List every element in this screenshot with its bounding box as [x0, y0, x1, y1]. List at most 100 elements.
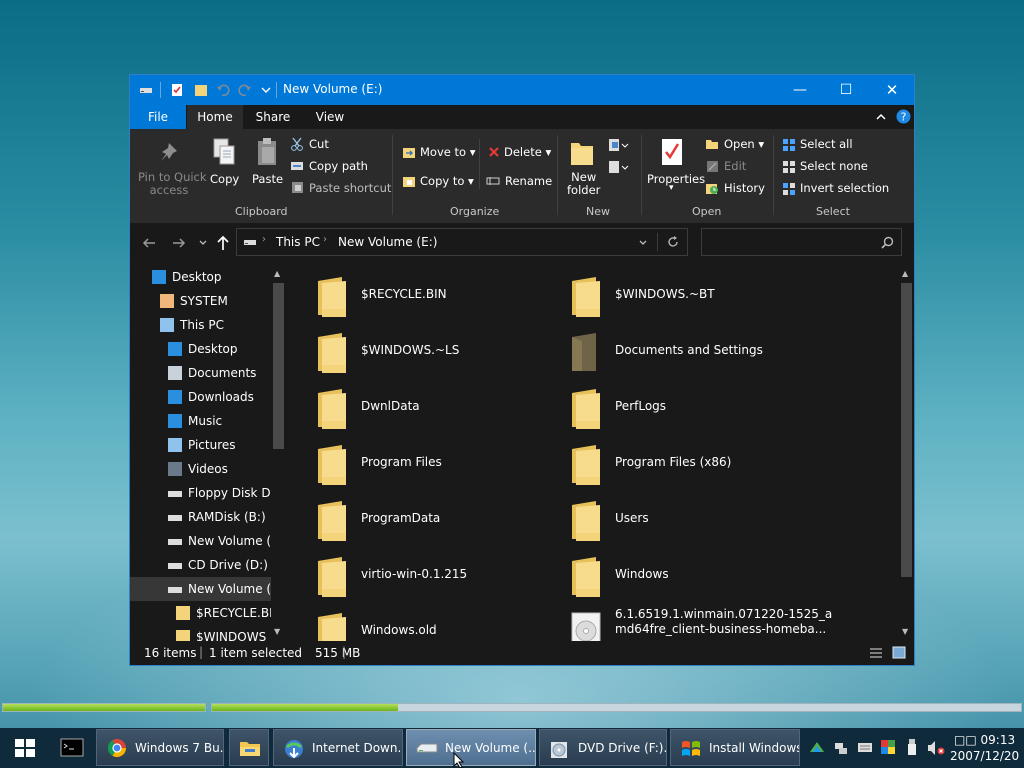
maximize-button[interactable]: ☐	[823, 75, 869, 105]
nav-item[interactable]: RAMDisk (B:)	[130, 505, 272, 529]
file-item[interactable]: $WINDOWS.~LS	[316, 329, 566, 381]
large-icons-view-icon[interactable]	[892, 646, 906, 659]
start-button-windows-icon[interactable]	[14, 738, 36, 758]
volume-muted-icon[interactable]	[927, 740, 945, 756]
history-button[interactable]: History	[724, 181, 765, 195]
nav-item[interactable]: Pictures	[130, 433, 272, 457]
easy-access-icon[interactable]	[607, 159, 629, 175]
nav-scrollbar[interactable]: ▲ ▼	[271, 263, 286, 641]
scroll-down-icon[interactable]: ▼	[902, 627, 908, 636]
file-item[interactable]: ProgramData	[316, 497, 566, 549]
file-item[interactable]: Users	[570, 497, 820, 549]
help-icon[interactable]: ?	[896, 109, 911, 124]
system-clock[interactable]: □□ 09:13 2007/12/20	[950, 732, 1019, 764]
undo-icon[interactable]	[216, 83, 230, 97]
cut-button[interactable]: Cut	[309, 137, 329, 151]
nav-item[interactable]: Music	[130, 409, 272, 433]
title-bar[interactable]: New Volume (E:) — ☐ ✕	[130, 75, 914, 105]
usb-device-icon[interactable]	[906, 738, 918, 756]
nav-item[interactable]: Documents	[130, 361, 272, 385]
back-arrow-icon[interactable]	[142, 236, 156, 250]
nav-item[interactable]: SYSTEM	[130, 289, 272, 313]
new-folder-button[interactable]: New folder	[567, 171, 600, 197]
minimize-button[interactable]: —	[777, 75, 823, 105]
taskbar-button-idm[interactable]: Internet Down...	[273, 729, 403, 766]
file-item[interactable]: $WINDOWS.~BT	[570, 273, 820, 325]
file-item[interactable]: $RECYCLE.BIN	[316, 273, 566, 325]
breadcrumb-this-pc[interactable]: This PC	[276, 235, 320, 249]
nav-item[interactable]: Desktop	[130, 265, 272, 289]
nav-item[interactable]: Videos	[130, 457, 272, 481]
file-item[interactable]: Windows	[570, 553, 820, 605]
tray-app-icon[interactable]	[809, 740, 825, 756]
breadcrumb-separator-icon[interactable]: ›	[323, 234, 327, 245]
file-item[interactable]: Program Files (x86)	[570, 441, 820, 493]
taskbar-button-cmd[interactable]	[54, 729, 91, 766]
up-arrow-icon[interactable]	[216, 235, 230, 251]
scroll-up-icon[interactable]: ▲	[274, 269, 280, 278]
nav-item[interactable]: New Volume (E	[130, 577, 272, 601]
taskbar-button-explorer[interactable]	[229, 729, 269, 766]
nav-scroll-thumb[interactable]	[273, 283, 284, 449]
redo-icon[interactable]	[238, 83, 252, 97]
customize-chevron-icon[interactable]	[259, 83, 273, 97]
taskbar-button-chrome[interactable]: Windows 7 Bu...	[96, 729, 224, 766]
file-item[interactable]: virtio-win-0.1.215	[316, 553, 566, 605]
close-button[interactable]: ✕	[869, 75, 915, 105]
tab-view[interactable]: View	[303, 105, 357, 129]
file-item[interactable]: Windows.old	[316, 609, 566, 641]
file-item[interactable]: DwnlData	[316, 385, 566, 437]
taskbar-button-new-volume[interactable]: New Volume (...	[406, 729, 536, 766]
properties-button[interactable]: Properties	[647, 172, 705, 186]
select-none-button[interactable]: Select none	[800, 159, 868, 173]
file-item[interactable]: Program Files	[316, 441, 566, 493]
open-button[interactable]: Open ▾	[724, 137, 764, 151]
rename-button[interactable]: Rename	[505, 174, 552, 188]
collapse-ribbon-icon[interactable]	[875, 111, 887, 123]
select-all-button[interactable]: Select all	[800, 137, 853, 151]
edit-button[interactable]: Edit	[724, 159, 746, 173]
search-input[interactable]	[701, 228, 902, 256]
delete-button[interactable]: Delete ▾	[504, 145, 551, 159]
nav-item[interactable]: New Volume (C	[130, 529, 272, 553]
properties-dropdown-icon[interactable]: ▾	[669, 183, 674, 193]
file-item[interactable]: Documents and Settings	[570, 329, 820, 381]
tab-file[interactable]: File	[130, 105, 186, 129]
details-view-icon[interactable]	[869, 647, 883, 659]
file-item[interactable]: 6.1.6519.1.winmain.071220-1525_a md64fre_…	[570, 607, 832, 641]
new-item-icon[interactable]	[607, 137, 629, 153]
nav-item[interactable]: This PC	[130, 313, 272, 337]
copy-path-button[interactable]: Copy path	[309, 159, 368, 173]
nav-item[interactable]: Floppy Disk Dri	[130, 481, 272, 505]
copy-button[interactable]: Copy	[210, 172, 239, 186]
scroll-down-icon[interactable]: ▼	[274, 627, 280, 636]
nav-item[interactable]: $RECYCLE.BIN	[130, 601, 272, 625]
file-item[interactable]: PerfLogs	[570, 385, 820, 437]
invert-selection-button[interactable]: Invert selection	[800, 181, 889, 195]
address-bar[interactable]: › This PC › New Volume (E:)	[236, 228, 688, 256]
display-icon[interactable]	[880, 739, 896, 755]
content-scroll-thumb[interactable]	[901, 283, 912, 577]
breadcrumb-separator-icon[interactable]: ›	[262, 234, 266, 245]
scroll-up-icon[interactable]: ▲	[902, 269, 908, 278]
nav-item[interactable]: Desktop	[130, 337, 272, 361]
content-scrollbar[interactable]: ▲ ▼	[899, 263, 914, 641]
new-folder-icon[interactable]	[194, 83, 208, 97]
breadcrumb-current-folder[interactable]: New Volume (E:)	[338, 235, 437, 249]
tab-share[interactable]: Share	[247, 105, 299, 129]
recent-locations-chevron-icon[interactable]	[198, 238, 208, 248]
pin-to-quick-access-button[interactable]: Pin to Quick access	[138, 171, 207, 197]
paste-shortcut-button[interactable]: Paste shortcut	[309, 181, 391, 195]
keyboard-icon[interactable]	[857, 741, 873, 754]
properties-icon[interactable]	[170, 83, 184, 97]
refresh-icon[interactable]	[666, 235, 680, 249]
taskbar-button-dvd-drive[interactable]: DVD Drive (F:)...	[539, 729, 667, 766]
move-to-button[interactable]: Move to ▾	[420, 145, 475, 159]
taskbar-button-install-windows[interactable]: Install Windows	[670, 729, 800, 766]
network-icon[interactable]	[833, 740, 849, 756]
nav-item[interactable]: CD Drive (D:)	[130, 553, 272, 577]
nav-item[interactable]: Downloads	[130, 385, 272, 409]
forward-arrow-icon[interactable]	[172, 236, 186, 250]
tab-home[interactable]: Home	[187, 105, 243, 129]
paste-button[interactable]: Paste	[252, 172, 283, 186]
